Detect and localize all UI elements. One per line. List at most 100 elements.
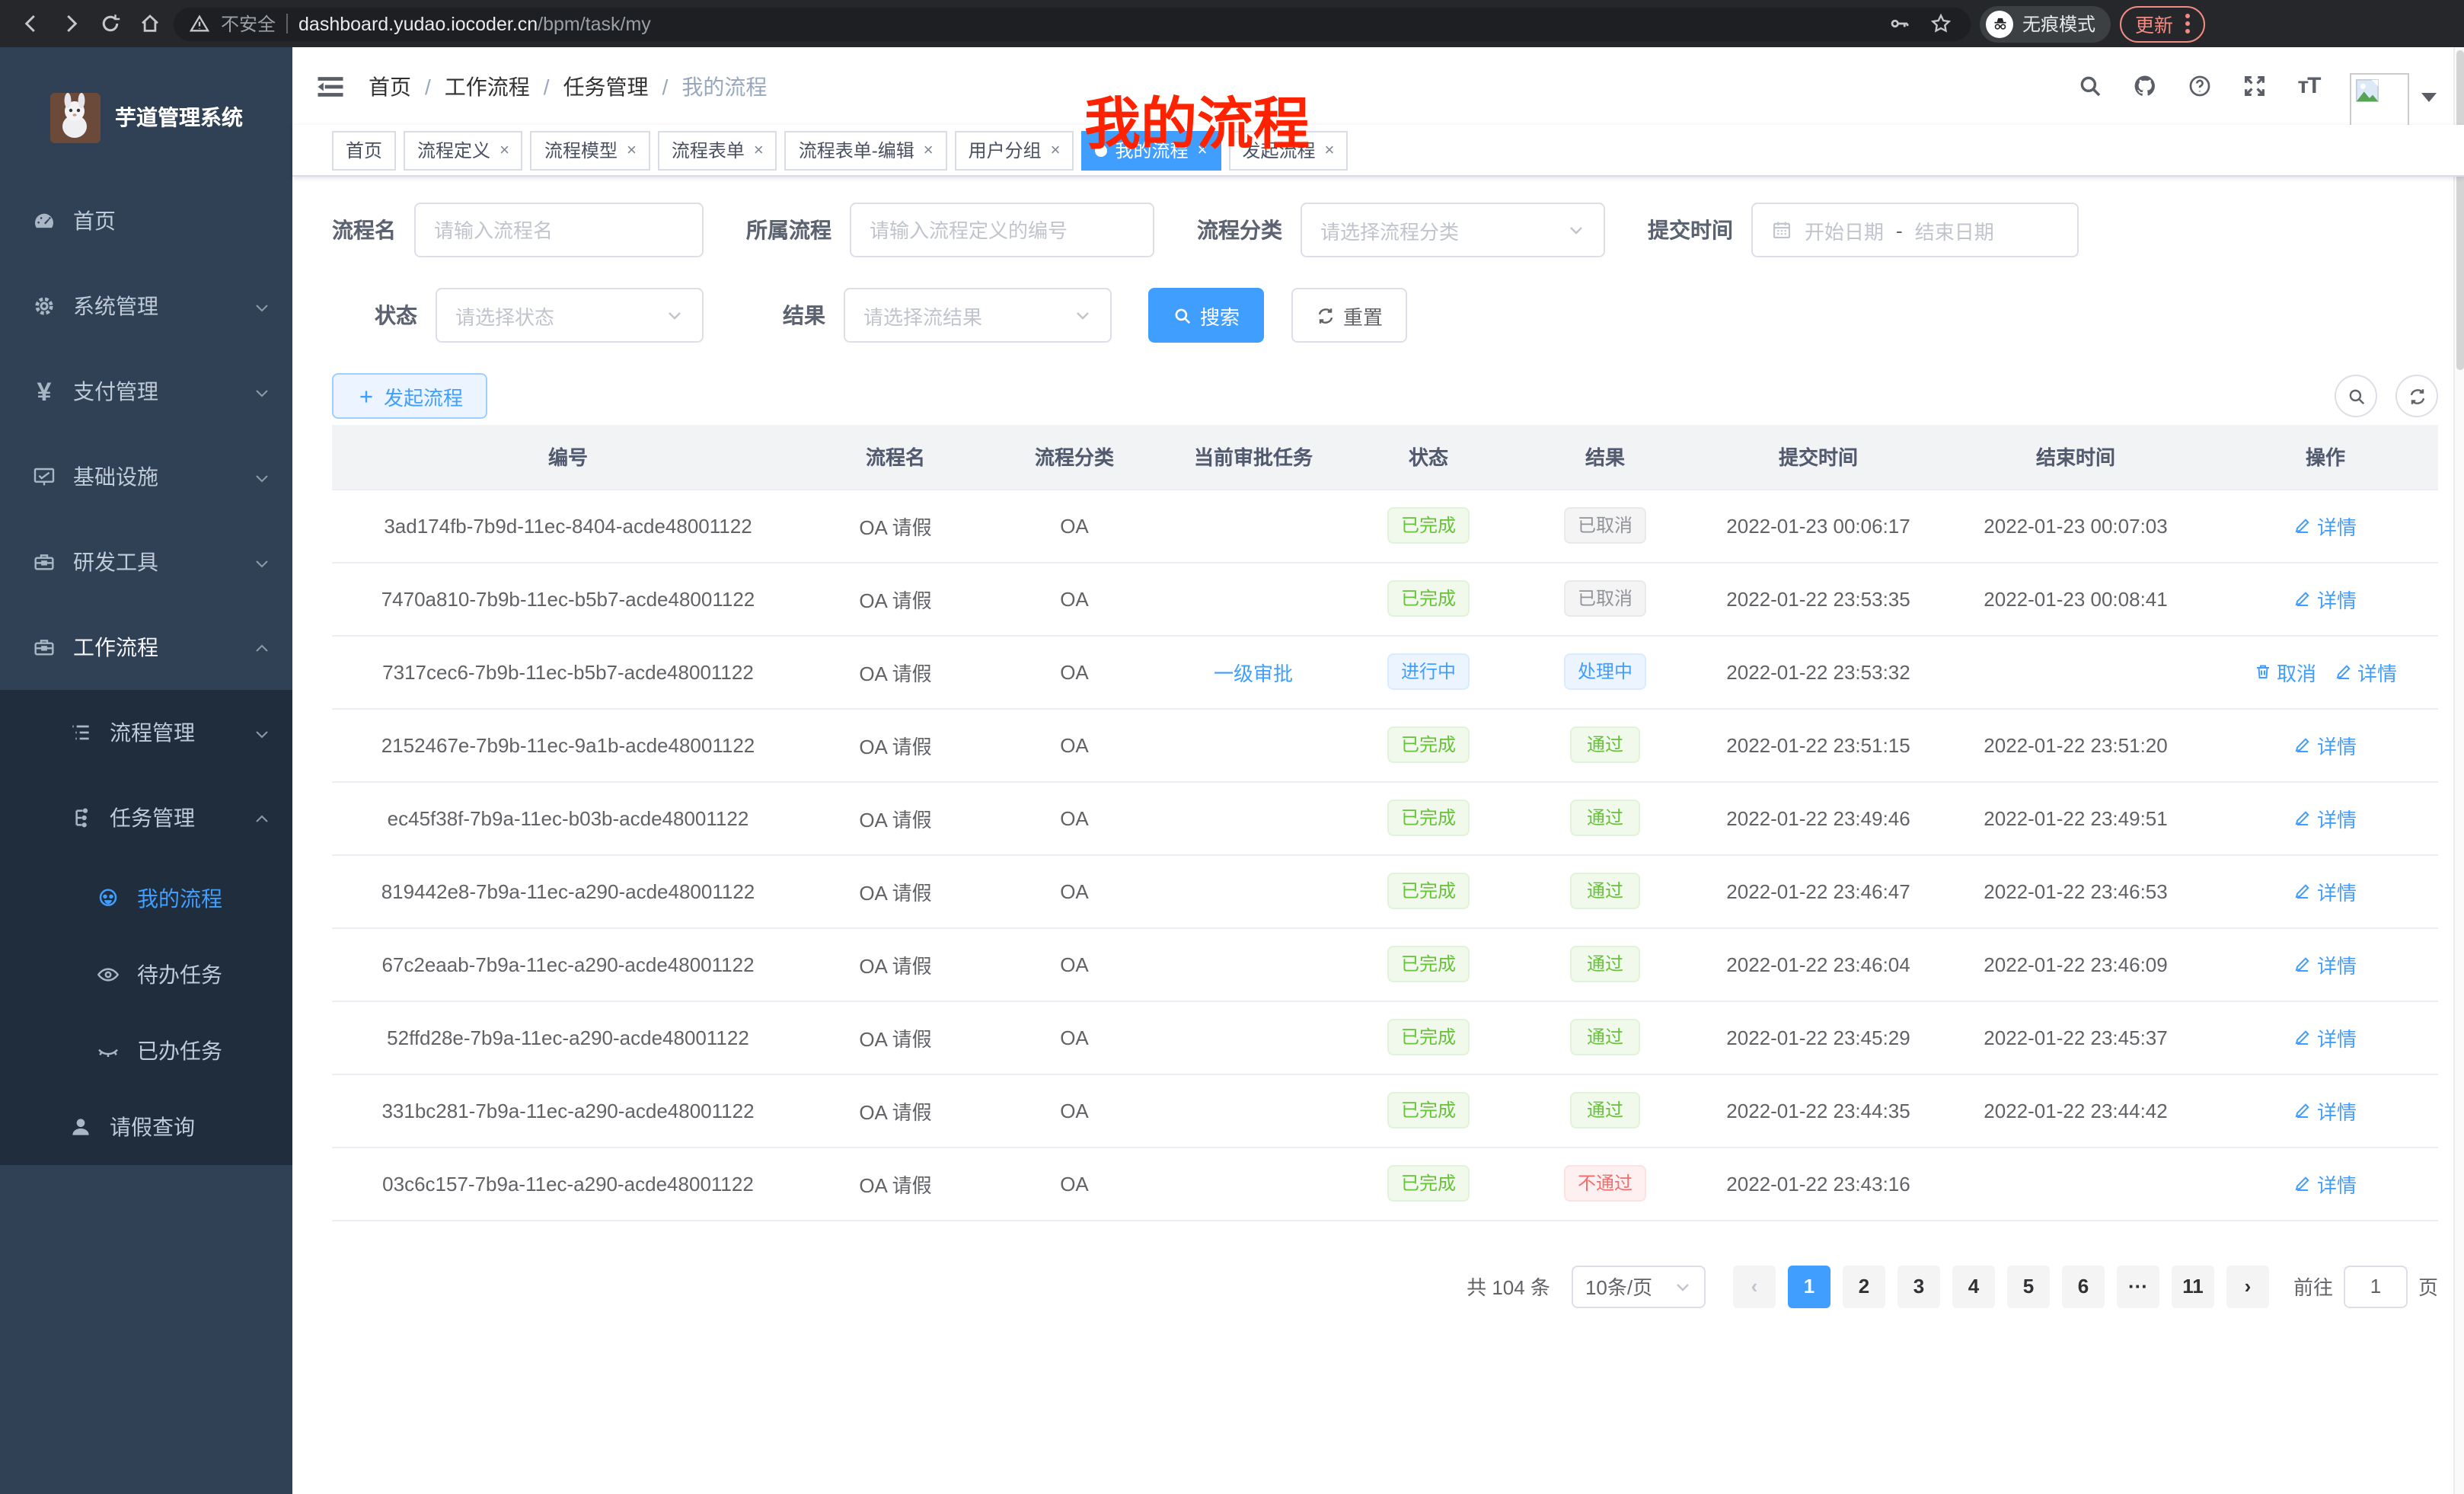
process-name-input[interactable] <box>434 219 684 241</box>
goto-page-input[interactable] <box>2344 1265 2408 1307</box>
font-size-icon[interactable]: ᴛT <box>2292 69 2325 103</box>
security-label[interactable]: 不安全 <box>221 11 276 37</box>
page-button-3[interactable]: 3 <box>1897 1265 1940 1307</box>
tab-process-form-edit[interactable]: 流程表单-编辑× <box>785 130 947 170</box>
toggle-search-button[interactable] <box>2335 375 2377 417</box>
incognito-label: 无痕模式 <box>2022 11 2095 37</box>
breadcrumb-workflow[interactable]: 工作流程 <box>445 71 530 101</box>
page-button-5[interactable]: 5 <box>2007 1265 2050 1307</box>
chevron-down-icon <box>1567 221 1585 239</box>
sidebar-item-my-process[interactable]: 我的流程 <box>0 860 292 937</box>
tab-process-form[interactable]: 流程表单× <box>658 130 777 170</box>
status-select[interactable]: 请选择状态 <box>436 288 704 343</box>
current-task-link[interactable]: 一级审批 <box>1214 657 1293 686</box>
forward-icon[interactable] <box>55 8 85 39</box>
sidebar-item-leave-query[interactable]: 请假查询 <box>0 1089 292 1165</box>
screen: 不安全 dashboard.yudao.iocoder.cn/bpm/task/… <box>0 0 2464 1494</box>
col-result: 结果 <box>1512 425 1698 489</box>
navbar: 首页 / 工作流程 / 任务管理 / 我的流程 ᴛT <box>292 47 2464 125</box>
help-icon[interactable] <box>2182 69 2216 103</box>
page-button-4[interactable]: 4 <box>1952 1265 1995 1307</box>
page-size-select[interactable]: 10条/页 <box>1572 1265 1706 1307</box>
detail-link[interactable]: 详情 <box>2294 950 2357 978</box>
github-icon[interactable] <box>2127 69 2161 103</box>
reload-icon[interactable] <box>94 8 125 39</box>
next-page-button[interactable]: › <box>2226 1265 2269 1307</box>
table-row: ec45f38f-7b9a-11ec-b03b-acde48001122 OA … <box>332 781 2438 854</box>
prev-page-button[interactable]: ‹ <box>1733 1265 1776 1307</box>
detail-link[interactable]: 详情 <box>2294 1169 2357 1198</box>
sidebar-item-home[interactable]: 首页 <box>0 178 292 263</box>
filter-label-definition: 所属流程 <box>746 215 831 245</box>
detail-link[interactable]: 详情 <box>2294 584 2357 613</box>
detail-link[interactable]: 详情 <box>2335 657 2397 686</box>
home-icon[interactable] <box>134 8 164 39</box>
back-icon[interactable] <box>15 8 46 39</box>
detail-link[interactable]: 详情 <box>2294 1096 2357 1125</box>
refresh-button[interactable] <box>2395 375 2438 417</box>
avatar[interactable] <box>2350 73 2409 132</box>
tab-process-definition[interactable]: 流程定义× <box>404 130 523 170</box>
page-button-11[interactable]: 11 <box>2172 1265 2214 1307</box>
date-end-placeholder[interactable]: 结束日期 <box>1915 215 1994 244</box>
detail-link[interactable]: 详情 <box>2294 511 2357 540</box>
sidebar-item-payment[interactable]: ¥ 支付管理 <box>0 349 292 434</box>
close-icon[interactable]: × <box>754 141 764 159</box>
fullscreen-icon[interactable] <box>2237 69 2271 103</box>
sidebar-item-done-tasks[interactable]: 已办任务 <box>0 1013 292 1089</box>
page-button-2[interactable]: 2 <box>1843 1265 1885 1307</box>
scrollbar-thumb[interactable] <box>2456 50 2464 370</box>
sidebar-item-devtools[interactable]: 研发工具 <box>0 519 292 605</box>
breadcrumb: 首页 / 工作流程 / 任务管理 / 我的流程 <box>369 71 767 101</box>
address-bar[interactable]: 不安全 dashboard.yudao.iocoder.cn/bpm/task/… <box>174 7 1971 40</box>
sidebar-item-task-mgmt[interactable]: 任务管理 <box>0 775 292 860</box>
breadcrumb-home[interactable]: 首页 <box>369 71 411 101</box>
app-logo[interactable]: 芋道管理系统 <box>0 47 292 178</box>
close-icon[interactable]: × <box>1324 141 1334 159</box>
detail-link[interactable]: 详情 <box>2294 730 2357 759</box>
process-definition-input[interactable] <box>870 219 1135 241</box>
close-icon[interactable]: × <box>924 141 934 159</box>
sitemap-icon <box>67 804 94 832</box>
search-button[interactable]: 搜索 <box>1148 288 1264 343</box>
breadcrumb-current: 我的流程 <box>681 71 767 101</box>
incognito-icon <box>1986 10 2013 37</box>
url-text[interactable]: dashboard.yudao.iocoder.cn/bpm/task/my <box>298 13 651 34</box>
cancel-link[interactable]: 取消 <box>2254 657 2316 686</box>
sidebar-item-process-mgmt[interactable]: 流程管理 <box>0 690 292 775</box>
result-select[interactable]: 请选择流结果 <box>844 288 1112 343</box>
close-icon[interactable]: × <box>500 141 509 159</box>
update-button[interactable]: 更新 <box>2120 5 2205 42</box>
sidebar-item-infra[interactable]: 基础设施 <box>0 434 292 519</box>
sidebar-item-label: 系统管理 <box>73 291 253 321</box>
tab-user-group[interactable]: 用户分组× <box>955 130 1074 170</box>
bookmark-star-icon[interactable] <box>1925 8 1955 39</box>
key-icon[interactable] <box>1884 8 1914 39</box>
detail-link[interactable]: 详情 <box>2294 1023 2357 1052</box>
category-select[interactable]: 请选择流程分类 <box>1301 203 1605 257</box>
sidebar-item-system[interactable]: 系统管理 <box>0 263 292 349</box>
reset-button[interactable]: 重置 <box>1291 288 1407 343</box>
page-button-1[interactable]: 1 <box>1788 1265 1830 1307</box>
breadcrumb-task-mgmt[interactable]: 任务管理 <box>563 71 649 101</box>
sidebar-item-workflow[interactable]: 工作流程 <box>0 605 292 690</box>
create-process-button[interactable]: 发起流程 <box>332 373 487 419</box>
detail-link[interactable]: 详情 <box>2294 876 2357 905</box>
browser-scrollbar[interactable] <box>2453 47 2464 1494</box>
detail-link[interactable]: 详情 <box>2294 803 2357 832</box>
page-button-6[interactable]: 6 <box>2062 1265 2105 1307</box>
tab-process-model[interactable]: 流程模型× <box>531 130 650 170</box>
date-start-placeholder[interactable]: 开始日期 <box>1805 215 1884 244</box>
search-icon[interactable] <box>2073 69 2106 103</box>
close-icon[interactable]: × <box>1051 141 1061 159</box>
tab-home[interactable]: 首页 <box>332 130 396 170</box>
status-badge: 进行中 <box>1387 653 1470 690</box>
close-icon[interactable]: × <box>627 141 637 159</box>
sidebar-item-todo-tasks[interactable]: 待办任务 <box>0 937 292 1013</box>
more-pages-button[interactable]: ··· <box>2117 1265 2159 1307</box>
date-range-picker[interactable]: 开始日期 - 结束日期 <box>1751 203 2079 257</box>
avatar-caret-icon[interactable] <box>2421 92 2437 101</box>
browser-menu-icon[interactable] <box>2185 14 2190 34</box>
chevron-down-icon <box>253 723 271 742</box>
hamburger-icon[interactable] <box>314 69 347 103</box>
